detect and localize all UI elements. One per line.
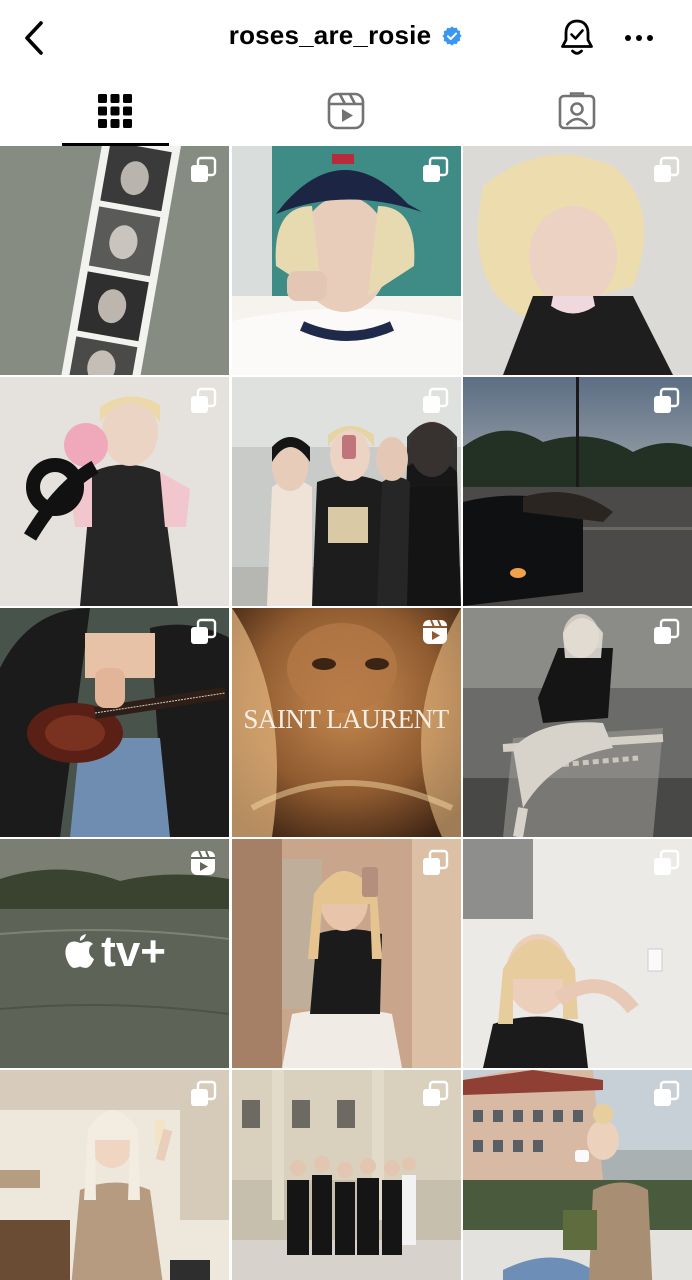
carousel-icon	[654, 156, 680, 182]
carousel-icon	[191, 156, 217, 182]
more-options-icon	[625, 35, 653, 41]
carousel-icon	[654, 849, 680, 875]
profile-tabs	[0, 76, 692, 146]
apple-tv-logo: tv+	[0, 927, 229, 977]
verified-badge-icon	[442, 25, 462, 46]
carousel-icon	[422, 387, 448, 413]
carousel-icon	[654, 618, 680, 644]
reel-icon	[422, 619, 447, 644]
post-tile[interactable]	[231, 377, 461, 606]
post-tile[interactable]: tv+	[0, 839, 229, 1068]
tab-tagged[interactable]	[461, 76, 692, 146]
apple-tv-label: tv+	[101, 927, 166, 976]
posts-grid: SAINT LAURENT tv+	[0, 146, 692, 1280]
post-tile[interactable]	[231, 1070, 461, 1280]
more-options-button[interactable]	[618, 22, 660, 54]
reels-icon	[327, 92, 365, 130]
reel-icon	[191, 850, 215, 875]
notification-bell-icon	[561, 19, 593, 55]
post-tile[interactable]	[0, 146, 229, 375]
brand-overlay-text: SAINT LAURENT	[243, 704, 449, 734]
post-tile[interactable]	[0, 608, 229, 837]
post-tile[interactable]	[231, 839, 461, 1068]
post-tile[interactable]	[463, 839, 692, 1068]
tab-reels[interactable]	[231, 76, 462, 146]
tab-posts-grid[interactable]	[0, 76, 231, 146]
carousel-icon	[422, 156, 448, 182]
post-tile[interactable]	[463, 608, 692, 837]
apple-logo-icon	[65, 934, 95, 968]
notifications-button[interactable]	[556, 16, 598, 58]
carousel-icon	[654, 1080, 680, 1106]
post-tile[interactable]	[0, 1070, 229, 1280]
profile-header: roses_are_rosie	[0, 0, 692, 76]
post-tile[interactable]: SAINT LAURENT	[231, 608, 461, 837]
tagged-user-icon	[558, 92, 595, 130]
carousel-icon	[422, 849, 448, 875]
post-tile[interactable]	[463, 377, 692, 606]
post-tile[interactable]	[463, 1070, 692, 1280]
carousel-icon	[654, 387, 680, 413]
username: roses_are_rosie	[228, 20, 432, 50]
grid-icon	[98, 94, 133, 128]
carousel-icon	[191, 1080, 217, 1106]
post-tile[interactable]	[0, 377, 229, 606]
carousel-icon	[422, 1080, 448, 1106]
carousel-icon	[191, 387, 217, 413]
carousel-icon	[191, 618, 217, 644]
post-tile[interactable]	[463, 146, 692, 375]
post-tile[interactable]	[231, 146, 461, 375]
